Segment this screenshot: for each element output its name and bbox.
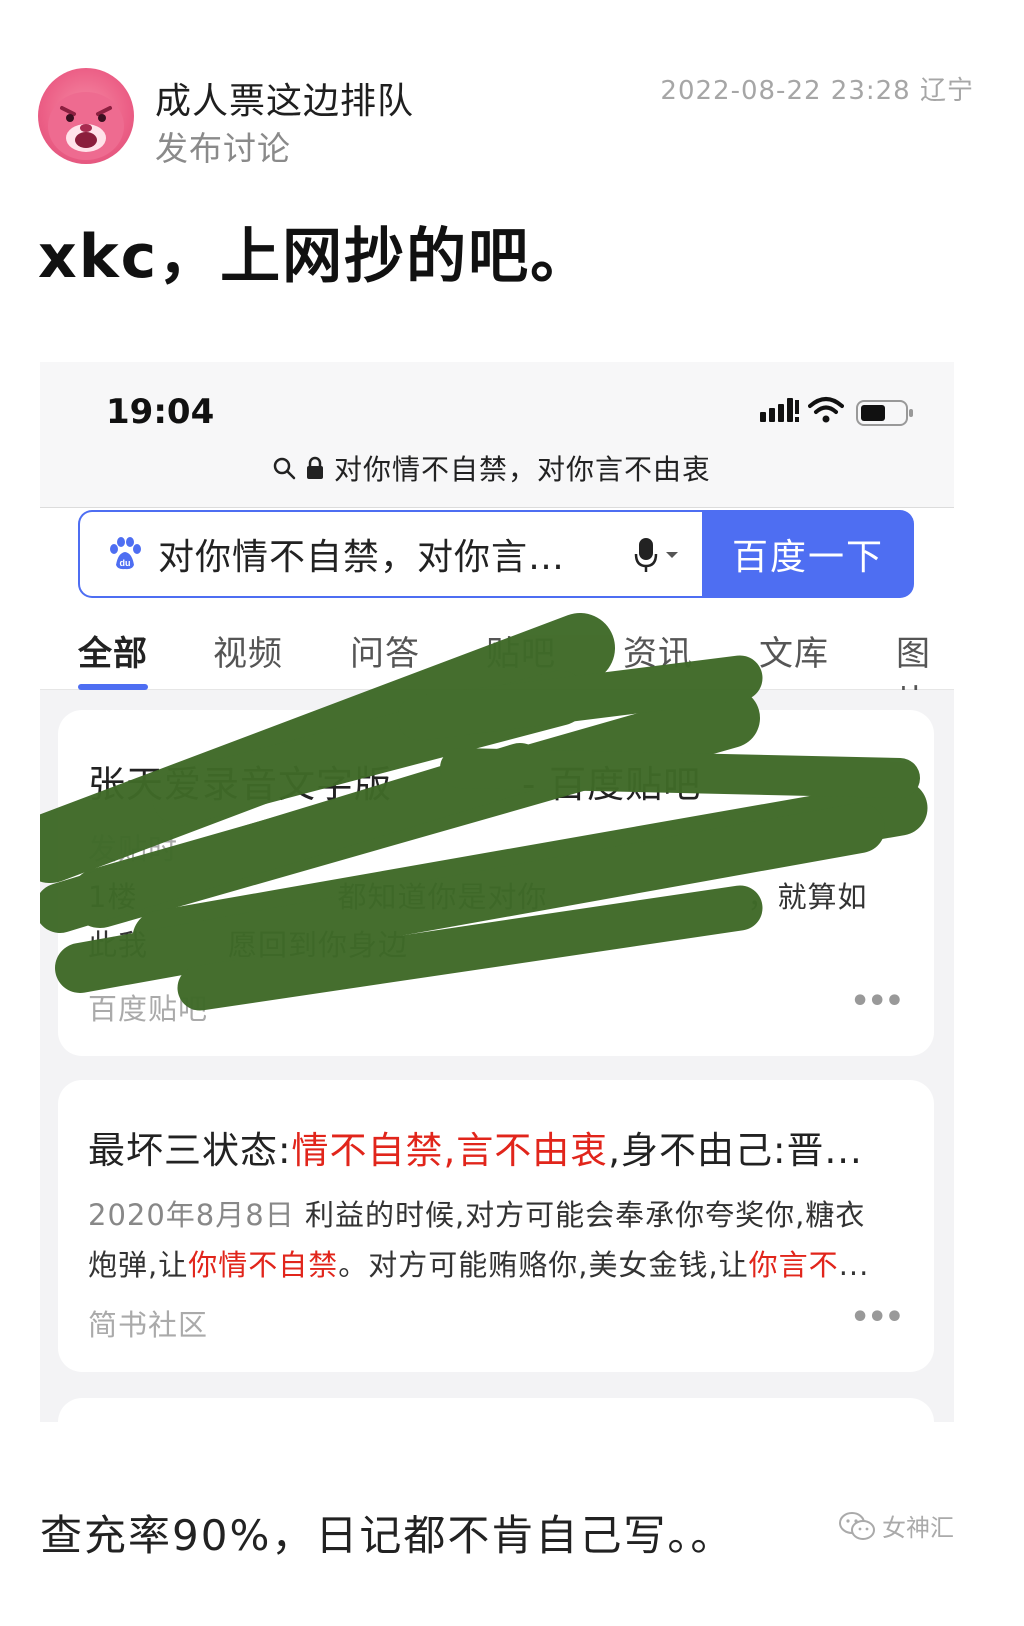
watermark-text: 女神汇	[882, 1514, 954, 1542]
post-footer-text: 查充率90%，日记都不肯自己写。。	[40, 1511, 735, 1560]
status-time: 19:04	[106, 392, 215, 432]
avatar[interactable]	[38, 68, 134, 164]
wechat-icon	[839, 1511, 875, 1540]
post-headline: xkc，上网抄的吧。	[38, 222, 593, 292]
strawberry-bear-avatar-icon	[48, 92, 124, 160]
wifi-icon	[808, 397, 844, 423]
browser-status-area: 19:04 对你情不自禁，对你言不由衷	[40, 362, 954, 508]
signal-icon	[760, 398, 799, 422]
url-text: 对你情不自禁，对你言不由衷	[334, 453, 712, 486]
post-action: 发布讨论	[155, 129, 291, 168]
search-icon	[273, 457, 296, 480]
battery-icon	[856, 400, 913, 426]
baidu-results-page: du 对你情不自禁，对你言… 百度一下 全部 视频 问答 贴吧 资讯 文库 图 …	[40, 508, 954, 1422]
address-bar[interactable]: 对你情不自禁，对你言不由衷	[272, 450, 711, 486]
embedded-screenshot: 19:04 对你情不自禁，对你言不由衷 du 对你情不自禁，对你言… 百度一下 …	[40, 362, 954, 1422]
author-name[interactable]: 成人票这边排队	[155, 72, 414, 124]
post-timestamp: 2022-08-22 23:28	[660, 76, 911, 106]
lock-icon	[307, 456, 323, 479]
post-location: 辽宁	[919, 76, 974, 106]
watermark: 女神汇	[838, 1508, 954, 1543]
post-meta: 2022-08-22 23:28 辽宁	[660, 70, 974, 107]
censor-scribble	[40, 613, 928, 1011]
